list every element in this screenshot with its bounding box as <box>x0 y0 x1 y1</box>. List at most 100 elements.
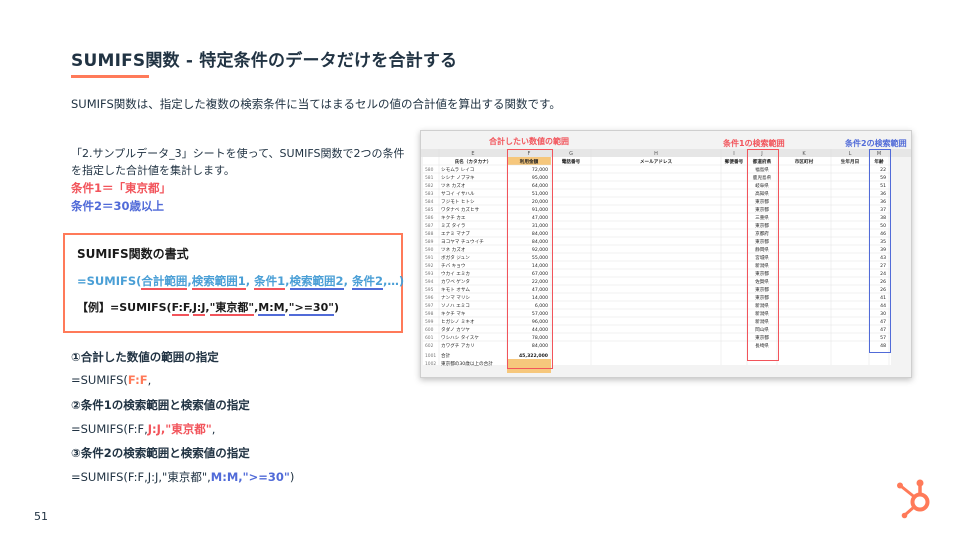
criteria-row-number: 1002 <box>425 361 436 367</box>
row-number: 588 <box>425 231 434 237</box>
highlight-cond2-range <box>869 149 891 353</box>
ex-cond2: ">=30" <box>288 301 334 316</box>
name-cell: ヒガシノ ミキオ <box>441 318 475 325</box>
name-cell: ボガタ ジュン <box>441 254 470 261</box>
name-cell: シシナ ノブヲキ <box>441 174 475 181</box>
row-number: 595 <box>425 287 434 293</box>
ex-range1: J:J <box>192 301 206 316</box>
arg-range2: 検索範囲2 <box>289 274 344 290</box>
condition-2: 条件2＝30歳以上 <box>71 199 165 213</box>
row-number: 602 <box>425 343 434 349</box>
arg-range1: 検索範囲1 <box>191 274 246 290</box>
row-number: 580 <box>425 167 434 173</box>
condition-1: 条件1＝「東京都」 <box>71 181 172 195</box>
step2-highlight: J:J,"東京都" <box>147 422 212 436</box>
step1-heading: ①合計した数値の範囲の指定 <box>71 350 219 364</box>
step1-prefix: =SUMIFS( <box>71 373 128 387</box>
sep: , <box>343 274 348 288</box>
header-cell: 市区町村 <box>795 158 814 165</box>
name-cell: ソノハ エミコ <box>441 303 470 309</box>
row-number: 591 <box>425 255 434 261</box>
example-prefix: 【例】=SUMIFS( <box>77 301 172 314</box>
name-cell: シモムラ レイコ <box>441 167 474 173</box>
name-cell: ツネ カズオ <box>441 246 466 253</box>
column-letter: G <box>569 151 573 157</box>
row-number: 597 <box>425 303 434 309</box>
row-number: 581 <box>425 175 434 181</box>
step3-prefix: =SUMIFS(F:F,J:J,"東京都", <box>71 470 211 484</box>
row-number: 594 <box>425 279 434 285</box>
highlight-cond1-range <box>747 149 779 361</box>
row-number: 582 <box>425 183 434 189</box>
total-label: 合計 <box>441 352 451 359</box>
row-number: 583 <box>425 191 434 197</box>
step2-prefix: =SUMIFS(F:F, <box>71 422 148 436</box>
intro-text: SUMIFS関数は、指定した複数の検索条件に当てはまるセルの値の合計値を算出する… <box>71 97 561 111</box>
arg-cond2: 条件2 <box>351 274 383 290</box>
step3-highlight: M:M,">=30" <box>210 470 290 484</box>
name-cell: ヨコヤマ チュウイチ <box>441 238 484 245</box>
header-cell: メールアドレス <box>640 159 673 165</box>
slide-title: SUMIFS関数 - 特定条件のデータだけを合計する <box>71 51 458 71</box>
row-number: 596 <box>425 295 434 301</box>
header-cell: 郵便番号 <box>725 158 744 165</box>
name-cell: エナミ マナブ <box>441 230 470 237</box>
name-cell: タダノ カツヤ <box>441 326 470 333</box>
step3-suffix: ) <box>289 470 295 484</box>
row-number: 599 <box>425 319 434 325</box>
ex-range2: M:M <box>258 301 285 316</box>
column-letter: L <box>849 151 852 157</box>
ex-cond1: "東京都" <box>209 301 255 316</box>
name-cell: キモト オサム <box>441 287 470 293</box>
name-cell: キクチ カエ <box>441 215 466 221</box>
spreadsheet-screenshot: E F G H I J K L M 氏名（カタカナ） 利用金額 電話番号 メールアドレス 郵便番号 都道府県… <box>420 130 912 378</box>
description-text: 「2.サンプルデータ_3」シートを使って、SUMIFS関数で2つの条件を指定した… <box>71 147 405 177</box>
step2-formula: =SUMIFS(F:F,J:J,"東京都", <box>71 421 215 437</box>
step1-formula: =SUMIFS(F:F, <box>71 373 151 387</box>
sep: , <box>285 274 290 288</box>
ex-sum: F:F <box>171 301 189 316</box>
arg-sum-range: 合計範囲 <box>141 274 188 290</box>
annotation-sum-range: 合計したい数値の範囲 <box>489 137 569 146</box>
name-cell: ツネ カズオ <box>441 182 466 189</box>
row-number: 601 <box>425 335 434 341</box>
annotation-cond1-range: 条件1の検索範囲 <box>723 139 785 148</box>
step1-highlight: F:F <box>127 373 148 387</box>
row-number: 590 <box>425 247 434 253</box>
row-number: 586 <box>425 215 434 221</box>
step2-heading: ②条件1の検索範囲と検索値の指定 <box>71 398 250 412</box>
step2-suffix: , <box>211 422 216 436</box>
column-letter: E <box>471 151 474 157</box>
row-number: 589 <box>425 239 434 245</box>
step3-heading: ③条件2の検索範囲と検索値の指定 <box>71 446 250 460</box>
name-cell: ワシハシ タイスケ <box>441 334 479 341</box>
header-cell: 電話番号 <box>562 158 581 165</box>
row-number: 593 <box>425 271 434 277</box>
criteria-label: 東京都の30歳以上の合計 <box>441 360 493 367</box>
sep: , <box>205 301 210 314</box>
syntax-example: 【例】=SUMIFS(F:F,J:J,"東京都",M:M,">=30") <box>77 299 339 316</box>
step3-formula: =SUMIFS(F:F,J:J,"東京都",M:M,">=30") <box>71 469 294 485</box>
spreadsheet-grid: E F G H I J K L M氏名（カタカナ） 利用金額 電話番号 メールアドレス 郵便番号 都道府県… <box>421 149 911 373</box>
syntax-box: SUMIFS関数の書式 =SUMIFS(合計範囲,検索範囲1, 条件1,検索範囲… <box>63 233 404 333</box>
name-cell: カワベ ゲンタ <box>441 278 470 285</box>
example-suffix: ) <box>333 301 339 314</box>
row-number: 587 <box>425 223 434 229</box>
name-cell: フジモト ヒトシ <box>441 199 475 205</box>
step1-suffix: , <box>147 373 152 387</box>
hubspot-sprocket-icon <box>897 479 930 519</box>
syntax-formula: =SUMIFS(合計範囲,検索範囲1, 条件1,検索範囲2, 条件2,…) <box>77 273 404 290</box>
sep: , <box>245 274 251 288</box>
row-number: 585 <box>425 207 434 213</box>
name-cell: ナンマ マリシ <box>441 295 470 301</box>
name-cell: キクチ マキ <box>441 311 466 317</box>
name-cell: チバ キョウ <box>441 262 466 269</box>
name-cell: カワグチ アカリ <box>441 342 475 349</box>
name-cell: ウカイ エミカ <box>441 270 470 277</box>
page-number: 51 <box>34 510 48 523</box>
row-number: 584 <box>425 199 434 205</box>
formula-prefix: =SUMIFS( <box>77 274 142 288</box>
row-number: 592 <box>425 263 434 269</box>
highlight-sum-range <box>507 149 553 369</box>
title-underline <box>71 75 149 78</box>
